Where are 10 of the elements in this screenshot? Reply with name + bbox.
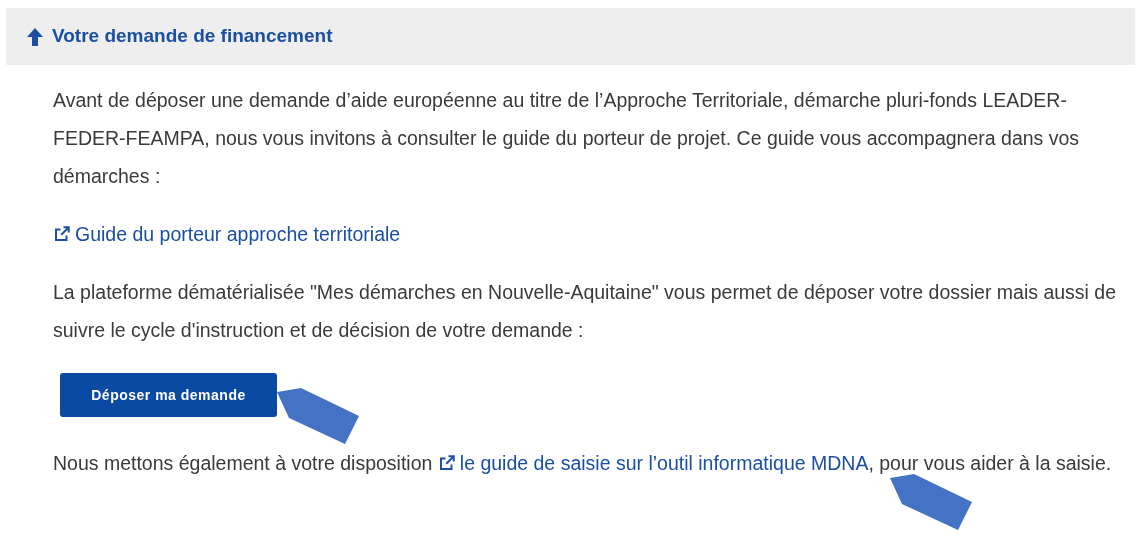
guide-link[interactable]: Guide du porteur approche territoriale xyxy=(53,215,401,253)
intro-paragraph: Avant de déposer une demande d’aide européenne au titre de l’Approche Territoriale, démarche pluri-fonds LEADER-FEDER-FEAMPA, nous vous invitons à consulter le guide du porteur de projet. Ce guide vous accompagnera dans vos démarches : xyxy=(53,88,1081,189)
external-link-icon xyxy=(53,225,71,243)
platform-paragraph: La plateforme dématérialisée "Mes démarches en Nouvelle-Aquitaine" vous permet de déposer votre dossier mais aussi de suivre le cycle d'instruction et de décision de votre demande : xyxy=(53,280,1118,343)
input-guide-link[interactable]: le guide de saisie sur l’outil informatique MDNA xyxy=(437,452,869,474)
section-header[interactable]: Votre demande de financement xyxy=(6,8,1135,65)
section-title: Votre demande de financement xyxy=(52,24,333,49)
submit-button[interactable]: Déposer ma demande xyxy=(60,373,277,417)
external-link-icon xyxy=(437,454,456,472)
closing-paragraph: Nous mettons également à votre disposition le guide de saisie sur l’outil informatique MDNA, pour vous aider à la saisie. xyxy=(53,451,1112,476)
